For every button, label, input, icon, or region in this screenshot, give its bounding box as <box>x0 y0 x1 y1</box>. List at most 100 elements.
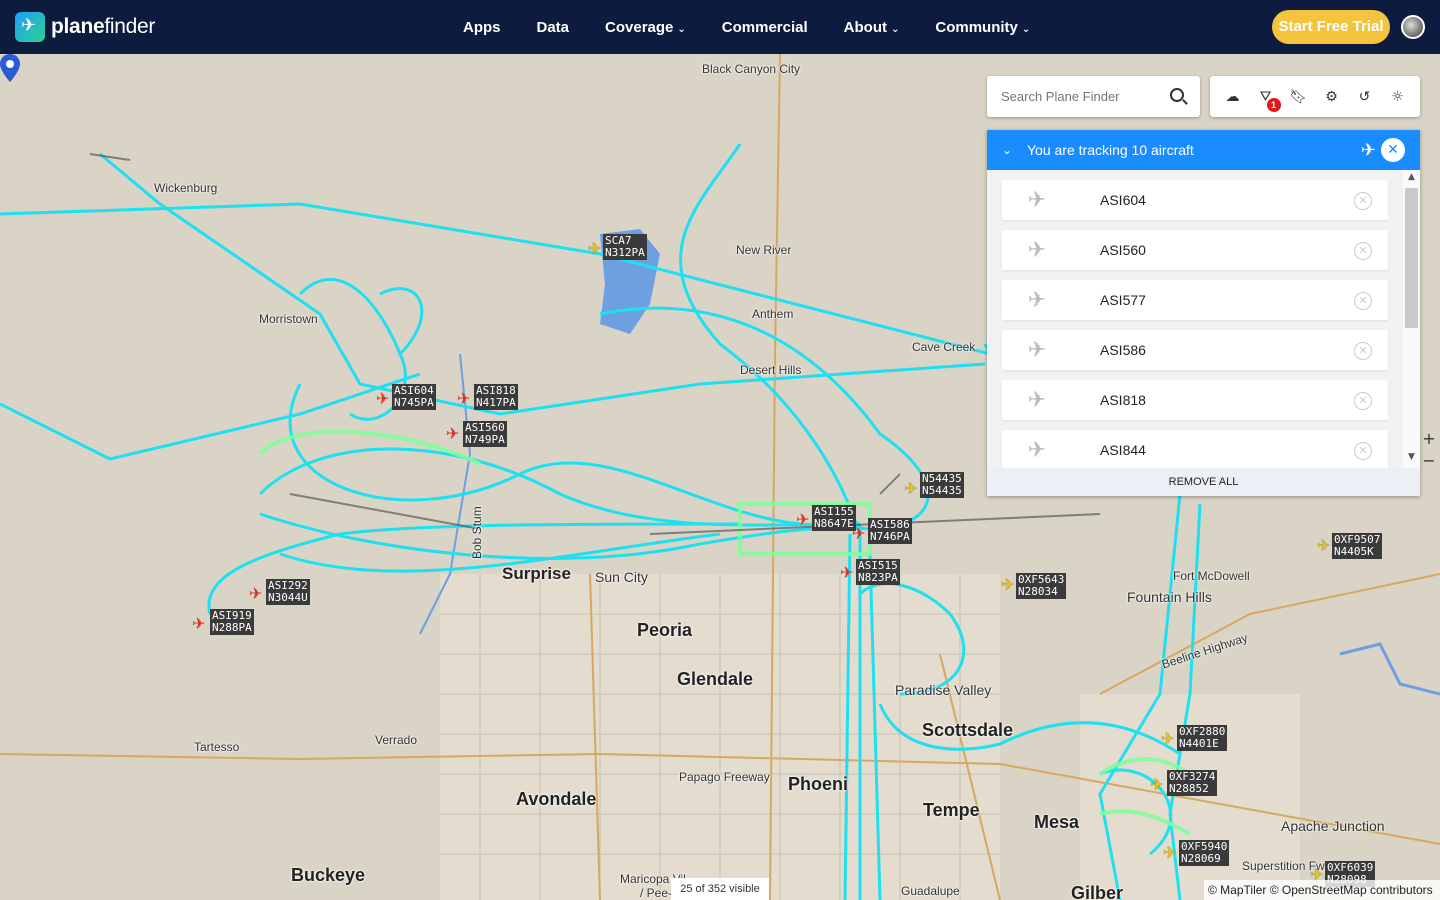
flight-registration: N28069 <box>1181 852 1221 865</box>
aircraft-icon-asi560[interactable]: ✈ <box>446 426 459 442</box>
flight-registration: N417PA <box>476 396 516 409</box>
aircraft-icon-0xf5940[interactable]: ✈ <box>1163 845 1176 861</box>
weather-icon[interactable]: ☼ <box>1387 86 1409 108</box>
map-attribution: © MapTiler © OpenStreetMap contributors <box>1204 880 1440 900</box>
flight-label[interactable]: ASI155 N8647E <box>812 505 856 531</box>
flight-label[interactable]: ASI919 N288PA <box>210 609 254 635</box>
aircraft-icon-0xf9507[interactable]: ✈ <box>1317 538 1330 554</box>
flight-label[interactable]: 0XF3274 N28852 <box>1167 770 1218 796</box>
nav-coverage[interactable]: Coverage ⌄ <box>587 19 704 36</box>
remove-item-icon[interactable]: ✕ <box>1354 192 1372 210</box>
flight-label[interactable]: 0XF2880 N4401E <box>1177 725 1228 751</box>
search-input[interactable] <box>987 76 1157 117</box>
remove-item-icon[interactable]: ✕ <box>1354 392 1372 410</box>
aircraft-icon-sca7[interactable]: ✈ <box>588 241 601 257</box>
aircraft-icon-asi292[interactable]: ✈ <box>249 586 262 602</box>
aircraft-icon-0xf2880[interactable]: ✈ <box>1161 731 1174 747</box>
flight-registration: N54435 <box>922 484 962 497</box>
flight-label[interactable]: ASI292 N3044U <box>266 579 310 605</box>
flight-label[interactable]: ASI604 N745PA <box>392 384 436 410</box>
place-verrado: Verrado <box>375 733 418 747</box>
history-icon[interactable]: ↺ <box>1354 86 1376 108</box>
search-icon[interactable] <box>1170 88 1184 102</box>
place-black-canyon-city: Black Canyon City <box>702 62 801 76</box>
collapse-chevron-icon[interactable]: ⌄ <box>987 143 1027 157</box>
list-scrollbar[interactable]: ▲ ▼ <box>1403 170 1420 468</box>
flight-label[interactable]: ASI586 N746PA <box>868 518 912 544</box>
nav-data[interactable]: Data <box>519 19 588 36</box>
flight-label[interactable]: ASI515 N823PA <box>856 559 900 585</box>
tracked-item[interactable]: ✈ ASI844 ✕ <box>1002 430 1388 468</box>
cloud-upload-icon[interactable]: ☁ <box>1222 86 1244 108</box>
remove-all-button[interactable]: REMOVE ALL <box>987 468 1420 496</box>
nav-community[interactable]: Community ⌄ <box>917 19 1048 36</box>
brand-name: planefinder <box>51 15 155 39</box>
remove-item-icon[interactable]: ✕ <box>1354 442 1372 460</box>
start-free-trial-button[interactable]: Start Free Trial <box>1272 10 1390 44</box>
tracked-callsign: ASI604 <box>1100 192 1146 208</box>
nav-about-label: About <box>843 18 887 36</box>
aircraft-icon-asi604[interactable]: ✈ <box>376 391 389 407</box>
flight-registration: N312PA <box>605 246 645 259</box>
place-phoenix: Phoeni <box>788 774 849 794</box>
main-nav: Apps Data Coverage ⌄ Commercial About ⌄ Co… <box>445 0 1048 54</box>
flight-label[interactable]: SCA7 N312PA <box>603 234 647 260</box>
aircraft-icon-asi818[interactable]: ✈ <box>457 391 470 407</box>
brand-name-light: finder <box>104 15 156 38</box>
flight-registration: N749PA <box>465 433 505 446</box>
place-guadalupe: Guadalupe <box>901 884 960 898</box>
nav-apps[interactable]: Apps <box>445 19 519 36</box>
remove-item-icon[interactable]: ✕ <box>1354 292 1372 310</box>
place-sun-city: Sun City <box>595 569 648 585</box>
flight-label[interactable]: ASI818 N417PA <box>474 384 518 410</box>
scroll-thumb[interactable] <box>1405 188 1418 328</box>
nav-commercial[interactable]: Commercial <box>704 19 826 36</box>
tracked-aircraft-icon[interactable]: ✈ <box>1361 140 1376 161</box>
zoom-out-button[interactable]: − <box>1418 450 1440 472</box>
tracked-callsign: ASI844 <box>1100 442 1146 458</box>
tracked-item[interactable]: ✈ ASI577 ✕ <box>1002 280 1388 320</box>
location-pin-icon[interactable] <box>0 54 20 82</box>
top-navigation-bar: planefinder Apps Data Coverage⌄ Commerci… <box>0 0 1440 54</box>
aircraft-icon-asi919[interactable]: ✈ <box>192 616 205 632</box>
remove-item-icon[interactable]: ✕ <box>1354 342 1372 360</box>
chevron-down-icon: ⌄ <box>677 23 686 35</box>
remove-item-icon[interactable]: ✕ <box>1354 242 1372 260</box>
nav-community-label: Community <box>935 18 1018 36</box>
place-bob-stump: Bob Stum <box>470 506 484 559</box>
flight-registration: N8647E <box>814 517 854 530</box>
place-glendale: Glendale <box>677 669 754 689</box>
aircraft-icon-n54435[interactable]: ✈ <box>904 481 917 497</box>
aircraft-icon-asi586[interactable]: ✈ <box>852 526 865 542</box>
place-gilbert: Gilber <box>1071 883 1124 900</box>
user-avatar[interactable] <box>1401 15 1425 39</box>
place-peoria: Peoria <box>637 620 693 640</box>
place-surprise: Surprise <box>502 564 571 583</box>
tracked-item[interactable]: ✈ ASI586 ✕ <box>1002 330 1388 370</box>
settings-icon[interactable]: ⚙ <box>1321 86 1343 108</box>
aircraft-icon-0xf5643[interactable]: ✈ <box>1001 577 1014 593</box>
flight-label[interactable]: 0XF5643 N28034 <box>1016 573 1067 599</box>
flight-label[interactable]: ASI560 N749PA <box>463 421 507 447</box>
tracked-item[interactable]: ✈ ASI818 ✕ <box>1002 380 1388 420</box>
flight-label[interactable]: 0XF9507 N4405K <box>1332 533 1383 559</box>
aircraft-icon-asi515[interactable]: ✈ <box>840 565 853 581</box>
aircraft-icon-asi155[interactable]: ✈ <box>796 512 809 528</box>
zoom-in-button[interactable]: + <box>1418 428 1440 450</box>
planefinder-logo[interactable]: planefinder <box>15 12 155 42</box>
place-wickenburg: Wickenburg <box>154 181 218 195</box>
map-toolbar: ☁ ⛛ 1 🔖︎ ⚙ ↺ ☼ <box>1210 76 1420 117</box>
filter-icon[interactable]: ⛛ 1 <box>1255 86 1281 112</box>
tracked-item[interactable]: ✈ ASI604 ✕ <box>1002 180 1388 220</box>
nav-about[interactable]: About ⌄ <box>826 19 918 36</box>
place-buckeye: Buckeye <box>291 865 366 885</box>
tracking-panel-header: ⌄ You are tracking 10 aircraft ✈ ✕ <box>987 130 1420 170</box>
nav-data-label: Data <box>536 18 570 36</box>
flight-label[interactable]: N54435 N54435 <box>920 472 964 498</box>
flight-label[interactable]: 0XF5940 N28069 <box>1179 840 1230 866</box>
scroll-up-icon[interactable]: ▲ <box>1403 172 1420 186</box>
tracked-item[interactable]: ✈ ASI560 ✕ <box>1002 230 1388 270</box>
close-tracking-button[interactable]: ✕ <box>1381 138 1405 162</box>
bookmark-icon[interactable]: 🔖︎ <box>1288 86 1310 108</box>
aircraft-icon-0xf3274[interactable]: ✈ <box>1150 777 1163 793</box>
